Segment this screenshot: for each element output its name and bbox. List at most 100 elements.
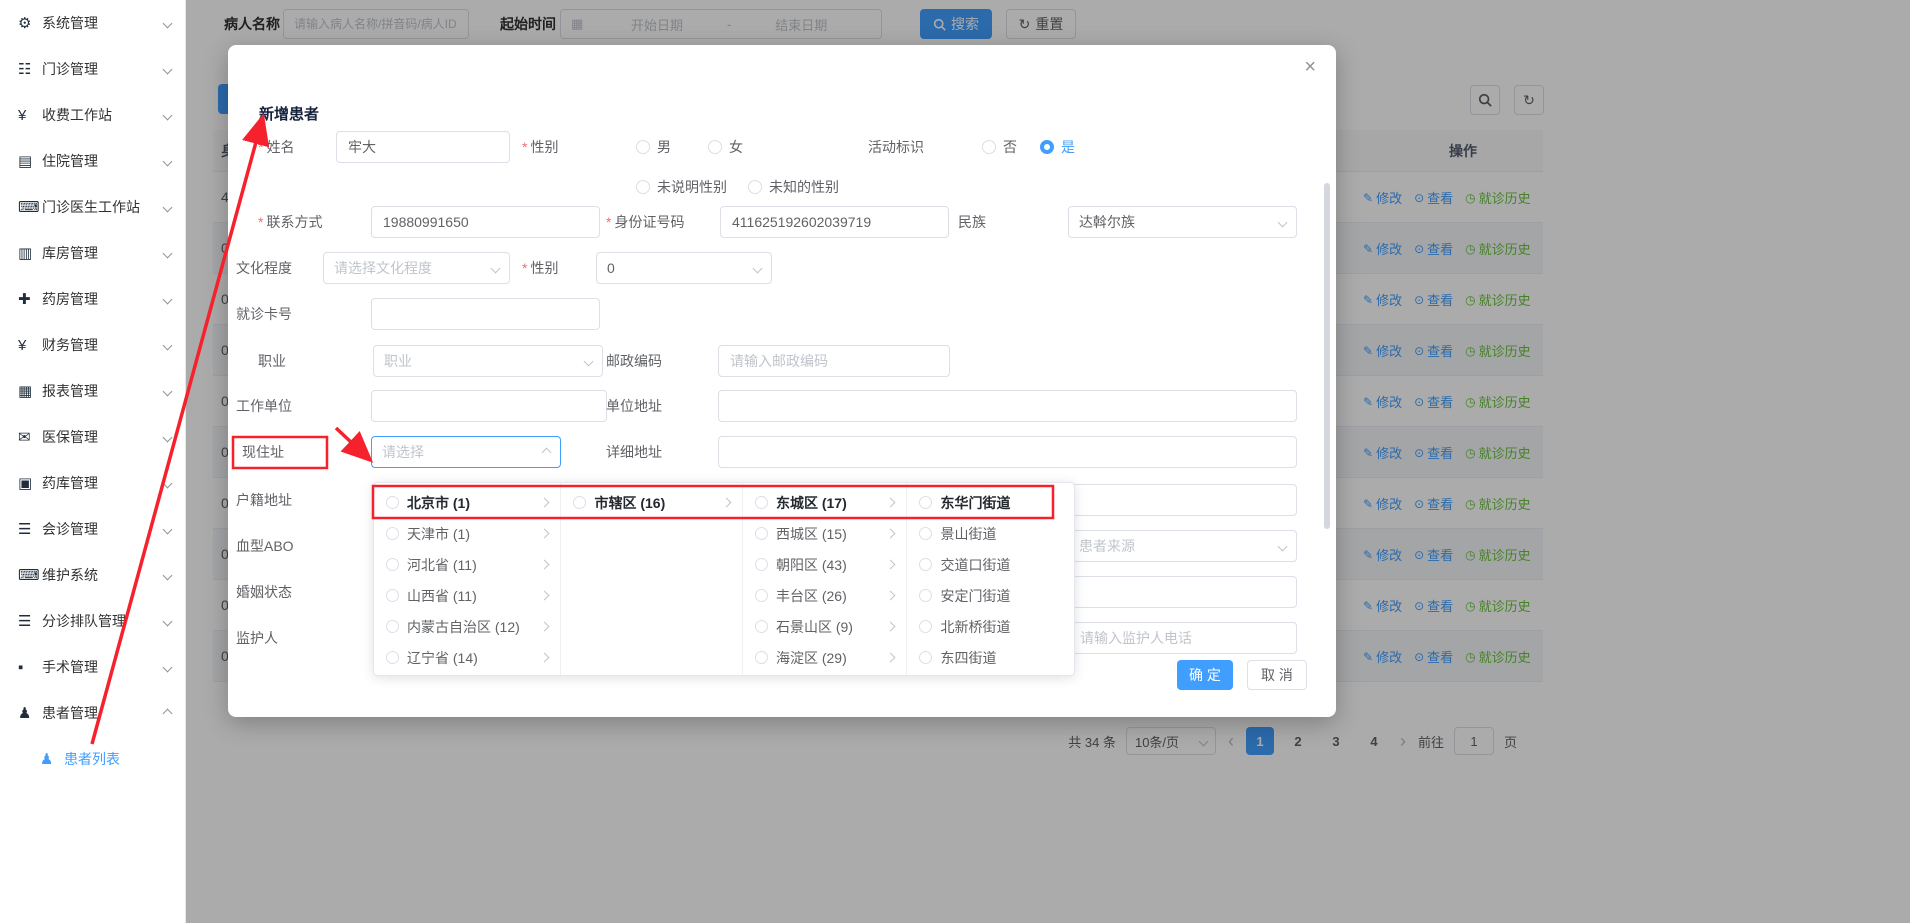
box-icon: ▣ bbox=[18, 474, 42, 492]
cascader-option-shixiaqu[interactable]: 市辖区 (16) bbox=[561, 487, 741, 518]
sidebar-item-label: 药房管理 bbox=[42, 289, 164, 309]
radio-active-yes[interactable]: 是 bbox=[1040, 131, 1075, 163]
chevron-right-icon bbox=[540, 560, 550, 570]
cascader-option-fengtai[interactable]: 丰台区 (26) bbox=[743, 580, 907, 611]
ethnicity-select[interactable]: 达斡尔族 bbox=[1068, 206, 1297, 238]
sidebar-item-triage-queue-mgmt[interactable]: ☰分诊排队管理 bbox=[0, 598, 185, 644]
sidebar-item-label: 库房管理 bbox=[42, 243, 164, 263]
cascader-option-neimenggu[interactable]: 内蒙古自治区 (12) bbox=[374, 611, 560, 642]
yen-icon: ¥ bbox=[18, 107, 42, 124]
marital-status-label: 婚姻状态 bbox=[236, 576, 292, 608]
education-select[interactable]: 请选择文化程度 bbox=[323, 252, 510, 284]
gender-code-select[interactable]: 0 bbox=[596, 252, 772, 284]
chevron-down-icon bbox=[1278, 217, 1288, 227]
sidebar-item-maintenance-system[interactable]: ⌨维护系统 bbox=[0, 552, 185, 598]
medical-cross-icon: ✚ bbox=[18, 290, 42, 308]
cascader-option-dongsi[interactable]: 东四街道 bbox=[907, 642, 1074, 673]
sidebar-item-charging-workstation[interactable]: ¥收费工作站 bbox=[0, 92, 185, 138]
radio-icon bbox=[573, 496, 586, 509]
radio-icon bbox=[919, 589, 932, 602]
household-address-label: 户籍地址 bbox=[236, 484, 292, 516]
visit-card-input[interactable] bbox=[371, 298, 600, 330]
cascader-option-dongcheng[interactable]: 东城区 (17) bbox=[743, 487, 907, 518]
sidebar-item-label: 患者列表 bbox=[64, 749, 185, 769]
radio-female[interactable]: 女 bbox=[708, 131, 743, 163]
cascader-option-jiaodaokou[interactable]: 交道口街道 bbox=[907, 549, 1074, 580]
close-icon[interactable]: × bbox=[1304, 57, 1316, 77]
cascader-option-shanxi[interactable]: 山西省 (11) bbox=[374, 580, 560, 611]
chevron-right-icon bbox=[886, 653, 896, 663]
sidebar-item-outpatient-mgmt[interactable]: ☷门诊管理 bbox=[0, 46, 185, 92]
guardian-phone-input[interactable] bbox=[1068, 622, 1297, 654]
radio-gender-unknown[interactable]: 未知的性别 bbox=[748, 171, 839, 203]
radio-icon bbox=[636, 180, 650, 194]
contact-input[interactable] bbox=[371, 206, 600, 238]
chevron-down-icon bbox=[584, 356, 594, 366]
cascader-option-hebei[interactable]: 河北省 (11) bbox=[374, 549, 560, 580]
current-address-cascader-select[interactable]: 请选择 bbox=[371, 436, 561, 468]
sidebar-item-medical-insurance-mgmt[interactable]: ✉医保管理 bbox=[0, 414, 185, 460]
cascader-district-column: 东城区 (17) 西城区 (15) 朝阳区 (43) 丰台区 (26) 石景山区… bbox=[743, 483, 908, 675]
id-number-label: *身份证号码 bbox=[606, 206, 684, 238]
cascader-option-beixinqiao[interactable]: 北新桥街道 bbox=[907, 611, 1074, 642]
cascader-option-xicheng[interactable]: 西城区 (15) bbox=[743, 518, 907, 549]
cascader-option-andingmen[interactable]: 安定门街道 bbox=[907, 580, 1074, 611]
chevron-right-icon bbox=[540, 529, 550, 539]
cascader-option-donghuamen[interactable]: 东华门街道 bbox=[907, 487, 1074, 518]
chevron-down-icon bbox=[1278, 541, 1288, 551]
radio-label: 女 bbox=[729, 137, 743, 157]
sidebar-item-patient-mgmt[interactable]: ♟患者管理 bbox=[0, 690, 185, 736]
patient-source-select[interactable]: 患者来源 bbox=[1068, 530, 1297, 562]
detail-address-input[interactable] bbox=[718, 436, 1297, 468]
gear-icon: ⚙ bbox=[18, 14, 42, 32]
cascader-option-tianjin[interactable]: 天津市 (1) bbox=[374, 518, 560, 549]
sidebar-item-outpatient-doctor-workstation[interactable]: ⌨门诊医生工作站 bbox=[0, 184, 185, 230]
modal-scrollbar[interactable] bbox=[1324, 183, 1330, 529]
unit-address-input[interactable] bbox=[718, 390, 1297, 422]
chevron-right-icon bbox=[540, 622, 550, 632]
chevron-down-icon bbox=[163, 18, 173, 28]
radio-icon bbox=[386, 620, 399, 633]
cancel-button[interactable]: 取 消 bbox=[1247, 660, 1307, 690]
sidebar-item-pharmacy-mgmt[interactable]: ✚药房管理 bbox=[0, 276, 185, 322]
radio-label: 是 bbox=[1061, 137, 1075, 157]
report-icon: ▦ bbox=[18, 382, 42, 400]
sidebar-item-patient-list[interactable]: ♟患者列表 bbox=[0, 736, 185, 782]
address-cascader-dropdown: 北京市 (1) 天津市 (1) 河北省 (11) 山西省 (11) 内蒙古自治区… bbox=[373, 482, 1075, 676]
cascader-option-beijing[interactable]: 北京市 (1) bbox=[374, 487, 560, 518]
radio-male[interactable]: 男 bbox=[636, 131, 671, 163]
chevron-down-icon bbox=[163, 294, 173, 304]
id-number-input[interactable] bbox=[720, 206, 949, 238]
sidebar-item-finance-mgmt[interactable]: ¥财务管理 bbox=[0, 322, 185, 368]
sidebar-item-inpatient-mgmt[interactable]: ▤住院管理 bbox=[0, 138, 185, 184]
sidebar-item-consultation-mgmt[interactable]: ☰会诊管理 bbox=[0, 506, 185, 552]
sidebar-item-warehouse-mgmt[interactable]: ▥库房管理 bbox=[0, 230, 185, 276]
unit-address-label: 单位地址 bbox=[606, 390, 662, 422]
sidebar-item-report-mgmt[interactable]: ▦报表管理 bbox=[0, 368, 185, 414]
sidebar-item-drug-storage-mgmt[interactable]: ▣药库管理 bbox=[0, 460, 185, 506]
postal-code-input[interactable] bbox=[718, 345, 950, 377]
required-mark: * bbox=[606, 214, 611, 230]
chevron-down-icon bbox=[163, 202, 173, 212]
modal-title: 新增患者 bbox=[259, 103, 319, 124]
warehouse-icon: ▥ bbox=[18, 244, 42, 262]
cascader-option-jingshan[interactable]: 景山街道 bbox=[907, 518, 1074, 549]
confirm-button[interactable]: 确 定 bbox=[1177, 660, 1233, 690]
radio-icon bbox=[636, 140, 650, 154]
sidebar-item-system-mgmt[interactable]: ⚙系统管理 bbox=[0, 0, 185, 46]
cascader-option-haidian[interactable]: 海淀区 (29) bbox=[743, 642, 907, 673]
active-flag-label: 活动标识 bbox=[868, 131, 924, 163]
occupation-select[interactable]: 职业 bbox=[373, 345, 603, 377]
radio-icon bbox=[386, 496, 399, 509]
radio-gender-unstated[interactable]: 未说明性别 bbox=[636, 171, 727, 203]
cascader-option-liaoning[interactable]: 辽宁省 (14) bbox=[374, 642, 560, 673]
radio-active-no[interactable]: 否 bbox=[982, 131, 1017, 163]
radio-icon bbox=[386, 651, 399, 664]
sidebar-item-surgery-mgmt[interactable]: ▪手术管理 bbox=[0, 644, 185, 690]
cascader-option-chaoyang[interactable]: 朝阳区 (43) bbox=[743, 549, 907, 580]
radio-icon bbox=[755, 558, 768, 571]
chevron-down-icon bbox=[163, 616, 173, 626]
cascader-option-shijingshan[interactable]: 石景山区 (9) bbox=[743, 611, 907, 642]
name-input[interactable] bbox=[336, 131, 510, 163]
work-unit-input[interactable] bbox=[371, 390, 607, 422]
